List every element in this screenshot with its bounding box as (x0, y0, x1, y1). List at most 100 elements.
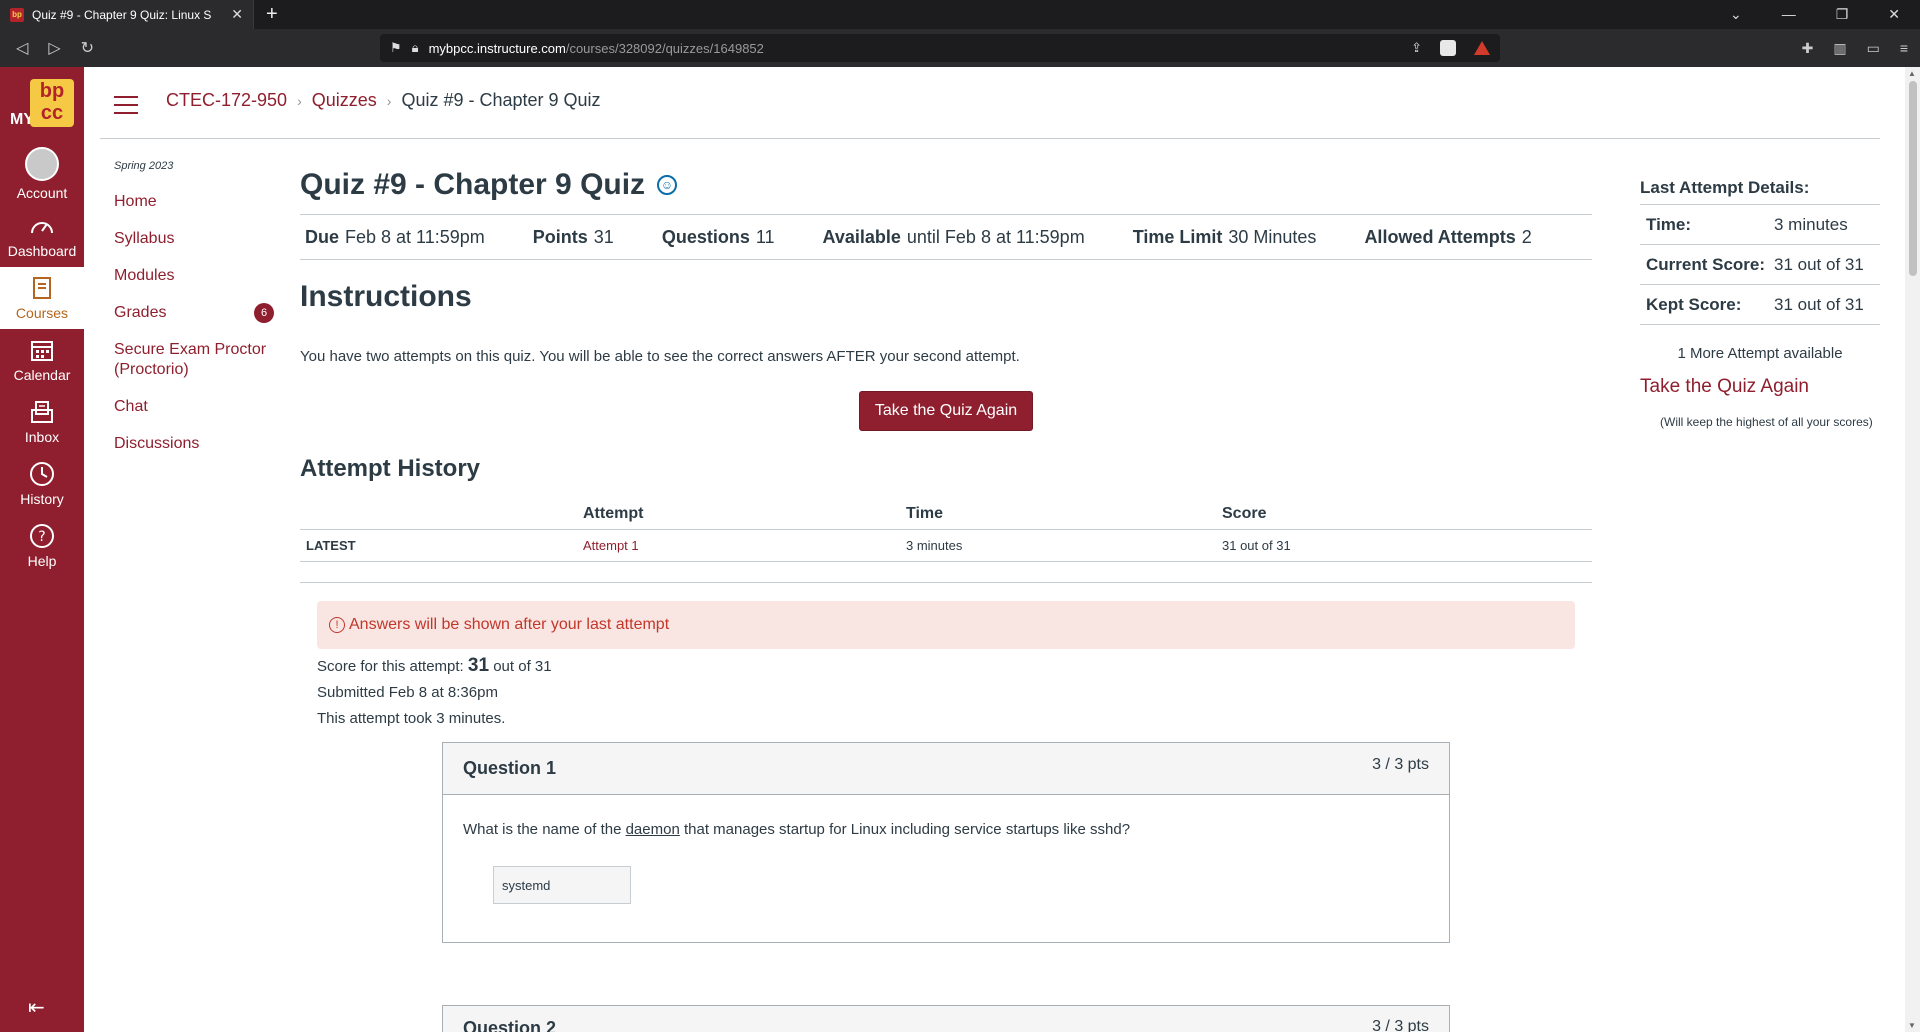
lock-icon: 🔒︎ (411, 40, 419, 55)
attempt-link[interactable]: Attempt 1 (583, 538, 639, 553)
browser-tab[interactable]: bp Quiz #9 - Chapter 9 Quiz: Linux S ✕ (0, 0, 254, 29)
accessibility-icon[interactable]: ☺ (657, 175, 678, 195)
page-title: Quiz #9 - Chapter 9 Quiz ☺ (300, 164, 1592, 206)
take-quiz-again-link[interactable]: Take the Quiz Again (1640, 376, 1880, 398)
glossary-link[interactable]: daemon (626, 821, 680, 838)
global-nav-history[interactable]: History (0, 453, 84, 515)
quiz-available: Available until Feb 8 at 11:59pm (822, 226, 1085, 247)
right-sidebar: Last Attempt Details: Time: 3 minutes Cur… (1640, 178, 1880, 437)
answers-alert: ! Answers will be shown after your last … (317, 601, 1575, 649)
global-nav-account[interactable]: Account (0, 143, 84, 205)
question-title: Question 1 (463, 758, 557, 778)
course-nav-syllabus[interactable]: Syllabus (114, 229, 274, 249)
submitted-time: Submitted Feb 8 at 8:36pm (317, 684, 498, 701)
bookmark-icon[interactable]: ⚑ (390, 40, 402, 56)
global-nav: MY bp cc Account Dashboard Courses Calen… (0, 67, 84, 1032)
attempt-time: 3 minutes (900, 529, 1216, 562)
quiz-time-limit: Time Limit 30 Minutes (1132, 226, 1317, 247)
grades-badge: 6 (254, 303, 274, 323)
course-nav-grades[interactable]: Grades 6 (114, 303, 274, 323)
take-quiz-again-button[interactable]: Take the Quiz Again (858, 391, 1034, 431)
quiz-questions: Questions 11 (661, 226, 775, 247)
table-row: LATEST Attempt 1 3 minutes 31 out of 31 (300, 529, 1592, 562)
extensions-icon[interactable]: ✚ (1802, 40, 1814, 57)
course-term: Spring 2023 (114, 160, 174, 172)
attempt-duration: This attempt took 3 minutes. (317, 710, 506, 727)
restore-icon[interactable]: ❐ (1836, 6, 1849, 23)
attempt-score: 31 out of 31 (1216, 529, 1592, 562)
url-path: /courses/328092/quizzes/1649852 (565, 40, 764, 56)
scrollbar-thumb[interactable] (1909, 81, 1917, 276)
breadcrumb-quizzes-link[interactable]: Quizzes (312, 90, 377, 111)
attempt-score-info: Score for this attempt: 31 out of 31 Sub… (317, 653, 1592, 732)
global-nav-help[interactable]: ? Help (0, 515, 84, 577)
minimize-icon[interactable]: — (1782, 6, 1796, 23)
question-text: What is the name of the daemon that mana… (463, 821, 1131, 838)
table-header (300, 499, 577, 530)
school-logo[interactable]: MY bp cc (0, 67, 84, 143)
forward-icon[interactable]: ▷ (48, 38, 60, 58)
page-scrollbar[interactable]: ▲ ▼ (1905, 67, 1920, 1032)
course-nav-proctorio[interactable]: Secure Exam Proctor (Proctorio) (114, 340, 274, 380)
share-icon[interactable]: ⇪ (1411, 40, 1422, 56)
warning-icon: ! (329, 617, 345, 633)
scroll-up-icon[interactable]: ▲ (1908, 69, 1916, 78)
global-nav-dashboard[interactable]: Dashboard (0, 205, 84, 267)
tab-search-icon[interactable]: ⌄ (1730, 6, 1742, 23)
tab-title: Quiz #9 - Chapter 9 Quiz: Linux S (32, 7, 212, 22)
header-divider (100, 138, 1880, 139)
new-tab-button[interactable]: + (266, 3, 278, 26)
calendar-icon (29, 337, 55, 363)
breadcrumb-separator-icon: › (386, 92, 392, 109)
scroll-down-icon[interactable]: ▼ (1908, 1021, 1916, 1030)
help-icon: ? (29, 523, 55, 549)
course-nav-home[interactable]: Home (114, 192, 274, 212)
quiz-due: Due Feb 8 at 11:59pm (305, 226, 485, 247)
main-content: Quiz #9 - Chapter 9 Quiz ☺ Due Feb 8 at 1… (300, 160, 1592, 943)
url-host: mybpcc.instructure.com (428, 40, 566, 56)
breadcrumb-course-link[interactable]: CTEC-172-950 (166, 90, 287, 111)
question-card: Question 2 3 / 3 pts (442, 1005, 1450, 1032)
menu-icon[interactable]: ≡ (1900, 40, 1908, 57)
current-score: Current Score: 31 out of 31 (1640, 245, 1880, 285)
attempt-history-table: Attempt Time Score LATEST Attempt 1 3 mi… (300, 499, 1592, 562)
global-nav-courses[interactable]: Courses (0, 267, 84, 329)
table-header: Time (900, 499, 1216, 530)
kept-score: Kept Score: 31 out of 31 (1640, 285, 1880, 325)
brave-shield-icon[interactable] (1440, 40, 1456, 56)
last-attempt-time: Time: 3 minutes (1640, 205, 1880, 245)
hamburger-menu-icon[interactable] (114, 96, 138, 114)
courses-icon (29, 275, 55, 301)
question-card: Question 1 3 / 3 pts What is the name of… (442, 742, 1450, 943)
attempt-label: LATEST (300, 529, 577, 562)
address-bar[interactable]: ⚑ 🔒︎ mybpcc.instructure.com/courses/3280… (380, 34, 1500, 62)
avatar (25, 147, 59, 181)
quiz-allowed-attempts: Allowed Attempts 2 (1364, 226, 1532, 247)
course-nav-chat[interactable]: Chat (114, 397, 274, 417)
course-nav-discussions[interactable]: Discussions (114, 434, 274, 454)
table-header: Attempt (577, 499, 900, 530)
browser-tab-bar: bp Quiz #9 - Chapter 9 Quiz: Linux S ✕ +… (0, 0, 1920, 29)
global-nav-inbox[interactable]: Inbox (0, 391, 84, 453)
site-favicon-icon: bp (10, 7, 24, 22)
browser-toolbar: ◁ ▷ ↻ ⚑ 🔒︎ mybpcc.instructure.com/course… (0, 29, 1920, 67)
course-nav-modules[interactable]: Modules (114, 266, 274, 286)
reload-icon[interactable]: ↻ (81, 38, 94, 58)
close-tab-icon[interactable]: ✕ (231, 6, 243, 23)
back-icon[interactable]: ◁ (16, 38, 28, 58)
close-window-icon[interactable]: ✕ (1888, 6, 1900, 23)
attempt-history-heading: Attempt History (300, 455, 481, 482)
sidebar-icon[interactable]: ▥ (1833, 40, 1846, 57)
course-nav: Spring 2023 Home Syllabus Modules Grades… (114, 160, 274, 471)
nav-buttons: ◁ ▷ ↻ (0, 38, 380, 58)
last-attempt-heading: Last Attempt Details: (1640, 178, 1880, 205)
collapse-nav-icon[interactable]: ⇤ (28, 995, 45, 1020)
extension-icons: ✚ ▥ ▭ ≡ (1802, 40, 1908, 57)
instructions-text: You have two attempts on this quiz. You … (300, 348, 1020, 365)
inbox-icon (29, 399, 55, 425)
wallet-icon[interactable]: ▭ (1867, 40, 1880, 57)
svg-text:?: ? (38, 529, 45, 545)
brave-rewards-icon[interactable] (1474, 41, 1490, 55)
divider (300, 582, 1592, 583)
global-nav-calendar[interactable]: Calendar (0, 329, 84, 391)
